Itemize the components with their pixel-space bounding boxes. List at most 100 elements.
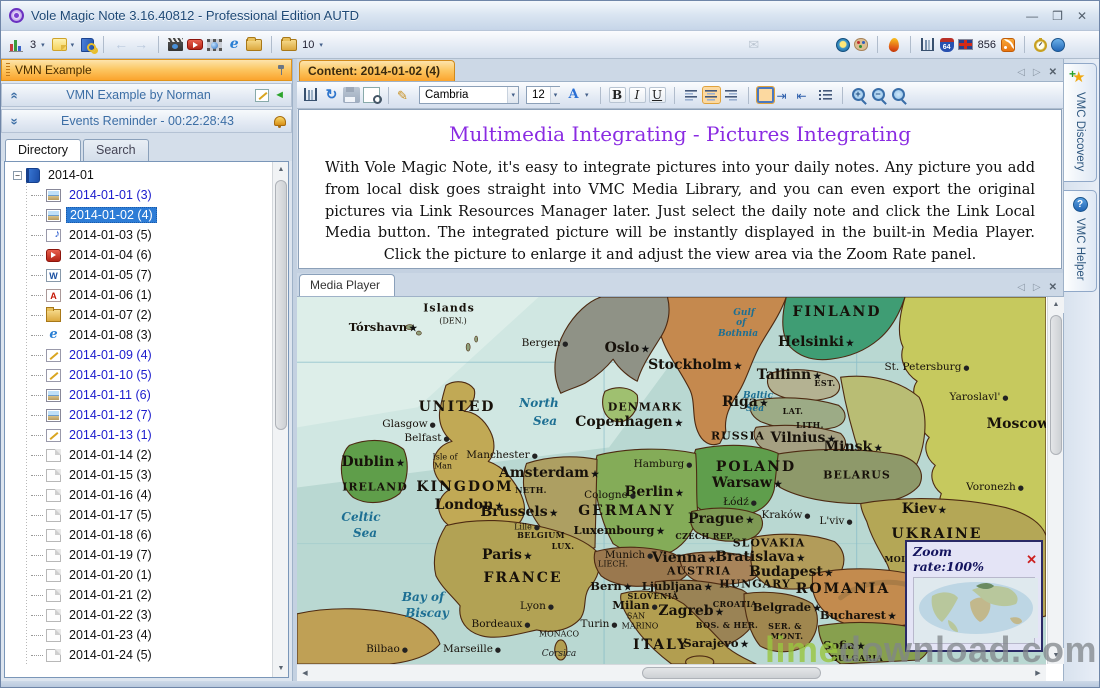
- nav-forward-icon[interactable]: ▷: [1033, 283, 1041, 293]
- scroll-up-icon[interactable]: ▲: [1048, 297, 1064, 313]
- close-button[interactable]: ✕: [1077, 10, 1087, 22]
- pin-icon[interactable]: [277, 65, 285, 76]
- tree-item[interactable]: 2014-01-07 (2): [9, 305, 272, 325]
- account-bar[interactable]: « VMN Example by Norman ◄: [1, 83, 292, 107]
- sticky-note-icon[interactable]: [52, 38, 67, 51]
- tree-item[interactable]: 2014-01-04 (6): [9, 245, 272, 265]
- map-image[interactable]: Islands(DEN.)Tórshavn★Bergen●Oslo★Stockh…: [297, 297, 1046, 664]
- tree-item[interactable]: 2014-01-23 (4): [9, 625, 272, 645]
- tree-item[interactable]: 2014-01-05 (7): [9, 265, 272, 285]
- tree-item[interactable]: 2014-01-01 (3): [9, 185, 272, 205]
- tab-directory[interactable]: Directory: [5, 139, 81, 162]
- tab-media-player[interactable]: Media Player: [299, 274, 395, 296]
- bookends2-icon[interactable]: [303, 87, 320, 103]
- maximize-button[interactable]: ❒: [1052, 10, 1063, 22]
- scroll-left-icon[interactable]: ◀: [297, 665, 313, 682]
- youtube-icon[interactable]: [187, 39, 203, 50]
- edit-note-icon[interactable]: [255, 89, 269, 102]
- stopwatch-icon[interactable]: [1034, 39, 1047, 52]
- font-color-button[interactable]: A: [565, 87, 582, 103]
- tree-item[interactable]: 2014-01-16 (4): [9, 485, 272, 505]
- nav-back-icon[interactable]: ◁: [1017, 68, 1025, 78]
- tree-item[interactable]: 2014-01-15 (3): [9, 465, 272, 485]
- indent-decrease-button[interactable]: [797, 87, 814, 103]
- font-size-combo[interactable]: 12▾: [526, 86, 560, 104]
- align-center-button[interactable]: [703, 87, 720, 103]
- tree-item[interactable]: 2014-01-21 (2): [9, 585, 272, 605]
- sidebar-header[interactable]: VMN Example: [1, 59, 292, 81]
- zoom-panel-close-icon[interactable]: ✕: [1026, 553, 1037, 566]
- panel-close-icon[interactable]: ✕: [1049, 283, 1057, 293]
- tree-item[interactable]: 2014-01-17 (5): [9, 505, 272, 525]
- tree-scrollbar[interactable]: ▲ ▼: [272, 162, 288, 677]
- print-preview-icon[interactable]: [363, 87, 380, 103]
- media-folder-icon[interactable]: [246, 39, 262, 51]
- font-name-combo[interactable]: Cambria▾: [419, 86, 519, 104]
- tree-item[interactable]: 2014-01-19 (7): [9, 545, 272, 565]
- indent-increase-button[interactable]: [777, 87, 794, 103]
- scroll-right-icon[interactable]: ▶: [1030, 665, 1046, 682]
- align-left-button[interactable]: [683, 87, 700, 103]
- world-minimap[interactable]: [913, 577, 1035, 644]
- nav-back-icon[interactable]: ◁: [1017, 283, 1025, 293]
- note-editor[interactable]: Multimedia Integrating - Pictures Integr…: [298, 109, 1062, 269]
- map-vertical-scrollbar[interactable]: ▲ ▼: [1047, 297, 1063, 664]
- zoom-out-button[interactable]: [871, 87, 888, 103]
- tree-item[interactable]: 2014-01-22 (3): [9, 605, 272, 625]
- nav-forward-icon[interactable]: ▷: [1033, 68, 1041, 78]
- palette-icon[interactable]: [854, 38, 868, 51]
- scrollbar-thumb[interactable]: [642, 667, 822, 679]
- zoom-rate-panel[interactable]: Zoom rate:100% ✕: [905, 540, 1043, 652]
- media-dropdown-caret[interactable]: ▾: [319, 41, 323, 49]
- sticky-note-dropdown-caret[interactable]: ▾: [71, 41, 75, 49]
- highway64-icon[interactable]: 64: [940, 38, 954, 52]
- reminder-bar[interactable]: » Events Reminder - 00:22:28:43: [1, 109, 292, 133]
- bold-button[interactable]: B: [609, 87, 626, 103]
- video-clapper-icon[interactable]: [168, 38, 183, 51]
- minimize-button[interactable]: —: [1026, 10, 1038, 22]
- tree-item[interactable]: 2014-01-18 (6): [9, 525, 272, 545]
- tree-item[interactable]: 2014-01-24 (5): [9, 645, 272, 665]
- flame-icon[interactable]: [888, 37, 899, 52]
- zoom-reset-button[interactable]: [891, 87, 908, 103]
- format-brush-icon[interactable]: [397, 87, 414, 103]
- reminder-bell-icon[interactable]: [273, 115, 285, 127]
- chevron-up-icon[interactable]: «: [8, 88, 23, 102]
- tree-item[interactable]: 2014-01-08 (3): [9, 325, 272, 345]
- tab-vmc-helper[interactable]: ? VMC Helper: [1064, 190, 1097, 292]
- language-flag-icon[interactable]: [958, 39, 973, 50]
- info-icon[interactable]: [1051, 38, 1065, 52]
- zoom-in-button[interactable]: [851, 87, 868, 103]
- idea-globe-icon[interactable]: [836, 38, 850, 52]
- tree-item[interactable]: 2014-01-11 (6): [9, 385, 272, 405]
- tree-item[interactable]: 2014-01-06 (1): [9, 285, 272, 305]
- underline-button[interactable]: U: [649, 87, 666, 103]
- scroll-down-icon[interactable]: ▼: [1048, 648, 1064, 664]
- page-color-button[interactable]: [757, 87, 774, 103]
- folder-icon[interactable]: [281, 39, 297, 51]
- tree-item[interactable]: 2014-01-09 (4): [9, 345, 272, 365]
- panel-close-icon[interactable]: ✕: [1049, 68, 1057, 78]
- scrollbar-thumb[interactable]: [1050, 315, 1062, 455]
- tree-root-item[interactable]: − 2014-01: [9, 165, 272, 185]
- browser-icon[interactable]: e: [226, 37, 242, 52]
- tab-vmc-discovery[interactable]: VMC Discovery: [1064, 63, 1097, 182]
- daily-notes-icon[interactable]: [9, 37, 25, 52]
- scroll-up-icon[interactable]: ▲: [273, 162, 289, 178]
- tree-item[interactable]: 2014-01-02 (4): [9, 205, 272, 225]
- rss-icon[interactable]: [1001, 38, 1015, 52]
- tree-item[interactable]: 2014-01-12 (7): [9, 405, 272, 425]
- map-horizontal-scrollbar[interactable]: ◀ ▶: [297, 664, 1046, 681]
- tree-item[interactable]: 2014-01-03 (5): [9, 225, 272, 245]
- film-globe-icon[interactable]: [207, 39, 222, 51]
- tree-item[interactable]: 2014-01-13 (1): [9, 425, 272, 445]
- collapse-expander-icon[interactable]: −: [13, 171, 22, 180]
- scroll-down-icon[interactable]: ▼: [273, 661, 289, 677]
- tab-content[interactable]: Content: 2014-01-02 (4): [299, 60, 455, 81]
- align-right-button[interactable]: [723, 87, 740, 103]
- tab-search[interactable]: Search: [83, 139, 149, 161]
- bullet-list-button[interactable]: [817, 87, 834, 103]
- speaker-icon[interactable]: ◄: [274, 90, 285, 101]
- chevron-down-icon[interactable]: »: [8, 114, 23, 128]
- notebook-key-icon[interactable]: [81, 38, 94, 52]
